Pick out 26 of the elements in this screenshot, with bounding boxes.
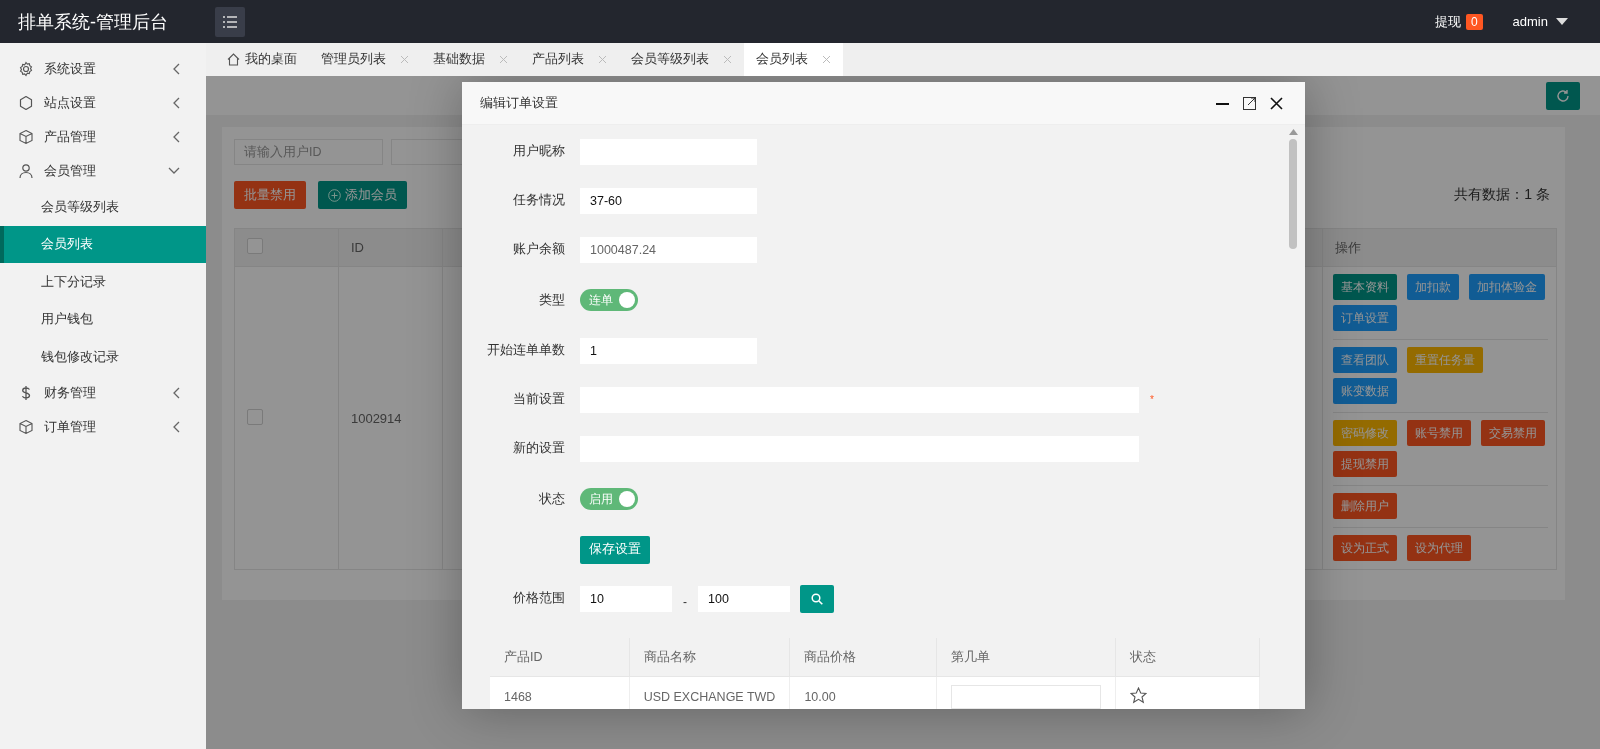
dialog-title: 编辑订单设置 — [480, 94, 559, 112]
field-label: 状态 — [538, 490, 565, 508]
column-header: 状态 — [1130, 649, 1157, 664]
field-label: 新的设置 — [512, 440, 565, 457]
field-label: 账户余额 — [512, 241, 565, 258]
field-label: 任务情况 — [512, 192, 565, 209]
column-header: ID — [350, 240, 364, 255]
table-cell: 1002914 — [350, 410, 402, 426]
column-header: 商品名称 — [643, 649, 696, 664]
table-cell: USD EXCHANGE TWD — [643, 690, 776, 704]
table-cell: 1468 — [504, 690, 532, 704]
column-header: 操作 — [1335, 239, 1362, 255]
table-cell: 10.00 — [804, 690, 836, 704]
field-label: 价格范围 — [512, 590, 565, 607]
total-count: 共有数据：1 条 — [1454, 186, 1550, 204]
field-label: 当前设置 — [512, 391, 565, 408]
app-title: 排单系统-管理后台 — [18, 10, 169, 34]
field-label: 用户昵称 — [512, 143, 565, 160]
range-separator: - — [683, 594, 687, 609]
field-label: 开始连单单数 — [486, 342, 565, 359]
column-header: 商品价格 — [804, 649, 857, 664]
field-label: 类型 — [538, 291, 565, 309]
count-badge: 0 — [1465, 13, 1483, 30]
column-header: 第几单 — [951, 649, 991, 664]
column-header: 产品ID — [504, 649, 543, 664]
required-mark: * — [1150, 394, 1154, 405]
